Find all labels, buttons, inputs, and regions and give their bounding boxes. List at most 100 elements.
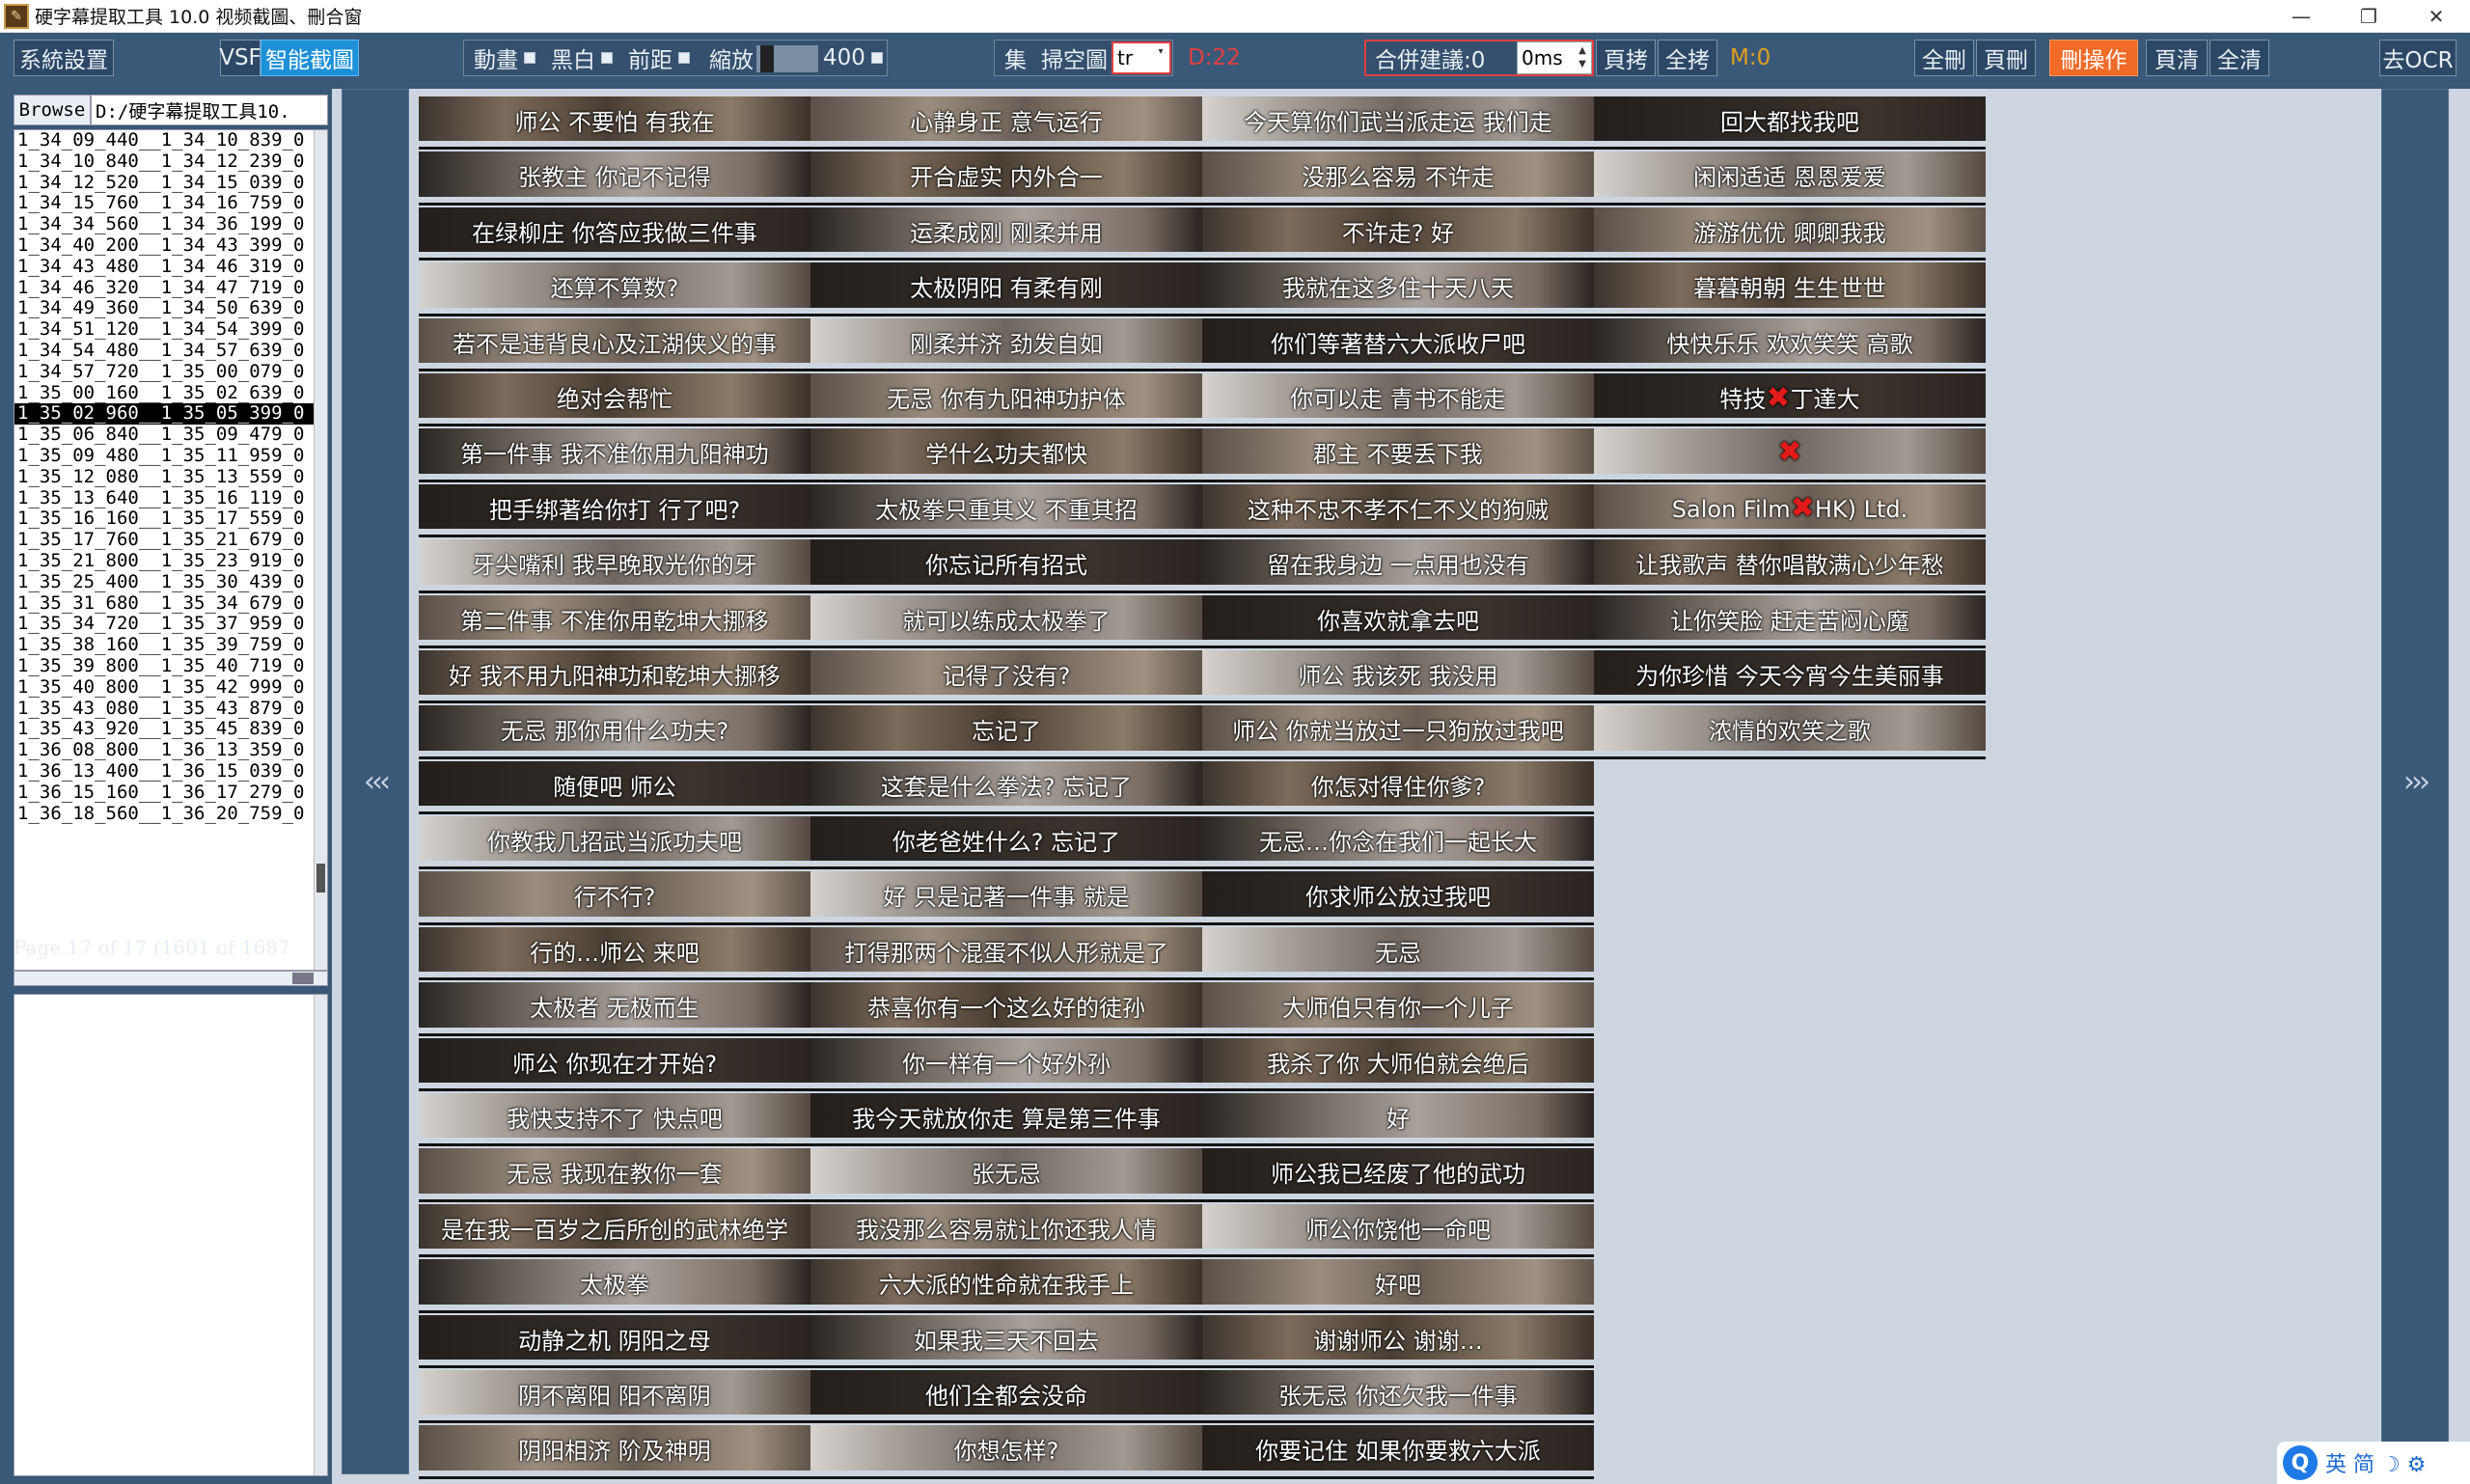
- restore-button[interactable]: ❐: [2335, 0, 2402, 33]
- subtitle-frame[interactable]: 好 我不用九阳神功和乾坤大挪移: [419, 648, 810, 704]
- file-list-item[interactable]: 1_35_12_080__1_35_13_559_0: [14, 466, 327, 488]
- smart-capture-button[interactable]: 智能截圖: [261, 40, 359, 76]
- subtitle-frame[interactable]: 你老爸姓什么? 忘记了: [810, 814, 1202, 870]
- subtitle-frame[interactable]: 师公 不要怕 有我在: [419, 95, 810, 151]
- subtitle-frame[interactable]: 快快乐乐 欢欢笑笑 高歌: [1594, 316, 1986, 371]
- subtitle-frame[interactable]: 无忌 那你用什么功夫?: [419, 703, 810, 759]
- subtitle-frame[interactable]: 郡主 不要丢下我: [1202, 426, 1594, 482]
- subtitle-frame[interactable]: 我就在这多住十天八天: [1202, 261, 1594, 316]
- subtitle-frame[interactable]: 在绿柳庄 你答应我做三件事: [419, 206, 810, 261]
- ms-spin-icon[interactable]: ▲ ▼: [1576, 44, 1589, 71]
- page-copy-button[interactable]: 頁拷: [1596, 40, 1656, 76]
- subtitle-frame[interactable]: 你教我几招武当派功夫吧: [419, 814, 810, 870]
- subtitle-frame[interactable]: 无忌 你有九阳神功护体: [810, 371, 1202, 427]
- clear-all-button[interactable]: 全清: [2209, 40, 2269, 76]
- subtitle-frame[interactable]: 回大都找我吧: [1594, 95, 1986, 151]
- subtitle-frame[interactable]: 学什么功夫都快: [810, 426, 1202, 482]
- file-list-item[interactable]: 1_35_06_840__1_35_09_479_0: [14, 424, 327, 446]
- file-list-scroll-thumb[interactable]: [316, 864, 325, 893]
- subtitle-frame[interactable]: 我快支持不了 快点吧: [419, 1091, 810, 1147]
- page-slider[interactable]: [14, 971, 328, 986]
- subtitle-frame[interactable]: 我今天就放你走 算是第三件事: [810, 1091, 1202, 1147]
- subtitle-frame[interactable]: 牙尖嘴利 我早晚取光你的牙: [419, 537, 810, 593]
- subtitle-frame[interactable]: 忘记了: [810, 703, 1202, 759]
- subtitle-frame[interactable]: 大师伯只有你一个儿子: [1202, 980, 1594, 1036]
- subtitle-frame[interactable]: 你可以走 青书不能走: [1202, 371, 1594, 427]
- file-list-item[interactable]: 1_35_13_640__1_35_16_119_0: [14, 487, 327, 509]
- subtitle-frame[interactable]: 这套是什么拳法? 忘记了: [810, 759, 1202, 815]
- subtitle-frame[interactable]: 你忘记所有招式: [810, 537, 1202, 593]
- text-area-scrollbar[interactable]: [314, 995, 327, 1475]
- subtitle-frame[interactable]: 为你珍惜 今天今宵今生美丽事: [1594, 648, 1986, 704]
- dynamic-check[interactable]: [524, 52, 535, 64]
- subtitle-frame[interactable]: 行不行?: [419, 869, 810, 925]
- delete-all-button[interactable]: 全刪: [1914, 40, 1974, 76]
- file-list-item[interactable]: 1_34_46_320__1_34_47_719_0: [14, 277, 327, 299]
- subtitle-frame[interactable]: 暮暮朝朝 生生世世: [1594, 261, 1986, 316]
- file-list-item[interactable]: 1_34_51_120__1_34_54_399_0: [14, 318, 327, 341]
- subtitle-frame[interactable]: 你要记住 如果你要救六大派: [1202, 1423, 1594, 1479]
- subtitle-frame[interactable]: 不许走? 好: [1202, 206, 1594, 261]
- subtitle-frame[interactable]: 你怎对得住你爹?: [1202, 759, 1594, 815]
- tr-dropdown-icon[interactable]: ▾: [1154, 45, 1167, 72]
- subtitle-frame[interactable]: 阴不离阳 阳不离阴: [419, 1368, 810, 1424]
- subtitle-frame[interactable]: 无忌…你念在我们一起长大: [1202, 814, 1594, 870]
- file-list-item[interactable]: 1_35_16_160__1_35_17_559_0: [14, 508, 327, 530]
- scan-empty-button[interactable]: 掃空圖: [1034, 40, 1114, 76]
- subtitle-frame[interactable]: 师公我已经废了他的武功: [1202, 1146, 1594, 1202]
- subtitle-frame[interactable]: 他们全都会没命: [810, 1368, 1202, 1424]
- text-area[interactable]: [14, 994, 328, 1476]
- file-list-item[interactable]: 1_35_02_960__1_35_05_399_0: [14, 403, 327, 426]
- subtitle-frame[interactable]: 让你笑脸 赶走苦闷心魔: [1594, 593, 1986, 648]
- subtitle-frame[interactable]: 师公 你现在才开始?: [419, 1036, 810, 1092]
- file-list-scrollbar[interactable]: [314, 130, 327, 970]
- browse-button[interactable]: Browse: [14, 95, 91, 125]
- pre-dist-check[interactable]: [678, 52, 690, 64]
- subtitle-frame[interactable]: 随便吧 师公: [419, 759, 810, 815]
- subtitle-frame[interactable]: 阴阳相济 阶及神明: [419, 1423, 810, 1479]
- subtitle-frame[interactable]: 今天算你们武当派走运 我们走: [1202, 95, 1594, 151]
- subtitle-frame[interactable]: 无忌 我现在教你一套: [419, 1146, 810, 1202]
- subtitle-frame[interactable]: 第一件事 我不准你用九阳神功: [419, 426, 810, 482]
- file-list-item[interactable]: 1_36_18_560__1_36_20_759_0: [14, 803, 327, 825]
- subtitle-frame[interactable]: 你想怎样?: [810, 1423, 1202, 1479]
- subtitle-frame[interactable]: 六大派的性命就在我手上: [810, 1257, 1202, 1313]
- subtitle-frame[interactable]: 好: [1202, 1091, 1594, 1147]
- file-list-item[interactable]: 1_34_49_360__1_34_50_639_0: [14, 298, 327, 319]
- minimize-button[interactable]: —: [2267, 0, 2335, 33]
- subtitle-frame[interactable]: 太极拳只重其义 不重其招: [810, 482, 1202, 538]
- subtitle-frame[interactable]: 游游优优 卿卿我我: [1594, 206, 1986, 261]
- subtitle-frame[interactable]: 谢谢师公 谢谢…: [1202, 1313, 1594, 1368]
- path-field[interactable]: D:/硬字幕提取工具10.: [91, 95, 328, 125]
- file-list-item[interactable]: 1_35_17_760__1_35_21_679_0: [14, 529, 327, 551]
- file-list-item[interactable]: 1_34_57_720__1_35_00_079_0: [14, 361, 327, 383]
- zoom-slider[interactable]: [756, 45, 818, 72]
- subtitle-frame[interactable]: 若不是违背良心及江湖侠义的事: [419, 316, 810, 371]
- file-list-item[interactable]: 1_35_40_800__1_35_42_999_0: [14, 676, 327, 699]
- subtitle-frame[interactable]: 就可以练成太极拳了: [810, 593, 1202, 648]
- page-delete-button[interactable]: 頁刪: [1976, 40, 2036, 76]
- subtitle-frame[interactable]: 太极阴阳 有柔有刚: [810, 261, 1202, 316]
- previous-page-button[interactable]: ‹‹‹: [342, 89, 409, 1474]
- subtitle-frame[interactable]: 我杀了你 大师伯就会绝后: [1202, 1036, 1594, 1092]
- subtitle-frame[interactable]: 闲闲适适 恩恩爱爱: [1594, 150, 1986, 206]
- file-list[interactable]: 1_34_09_440__1_34_10_839_0 1_34_10_840__1…: [14, 129, 328, 971]
- subtitle-frame[interactable]: 绝对会帮忙: [419, 371, 810, 427]
- file-list-item[interactable]: 1_35_43_080__1_35_43_879_0: [14, 698, 327, 720]
- subtitle-frame[interactable]: 如果我三天不回去: [810, 1313, 1202, 1368]
- subtitle-frame[interactable]: 你求师公放过我吧: [1202, 869, 1594, 925]
- subtitle-frame[interactable]: 记得了没有?: [810, 648, 1202, 704]
- file-list-item[interactable]: 1_35_34_720__1_35_37_959_0: [14, 614, 327, 635]
- subtitle-frame[interactable]: 无忌: [1202, 925, 1594, 981]
- collect-button[interactable]: 集: [998, 40, 1033, 76]
- subtitle-frame[interactable]: 还算不算数?: [419, 261, 810, 316]
- page-clear-button[interactable]: 頁清: [2146, 40, 2208, 76]
- subtitle-frame[interactable]: 运柔成刚 刚柔并用: [810, 206, 1202, 261]
- subtitle-frame[interactable]: 张无忌 你还欠我一件事: [1202, 1368, 1594, 1424]
- subtitle-frame[interactable]: 你一样有一个好外孙: [810, 1036, 1202, 1092]
- zoom-spin[interactable]: [870, 52, 883, 64]
- file-list-item[interactable]: 1_34_40_200__1_34_43_399_0: [14, 234, 327, 257]
- close-button[interactable]: ✕: [2402, 0, 2470, 33]
- delete-mark-icon[interactable]: ✖: [1791, 491, 1815, 525]
- next-page-button[interactable]: ›››: [2381, 89, 2449, 1474]
